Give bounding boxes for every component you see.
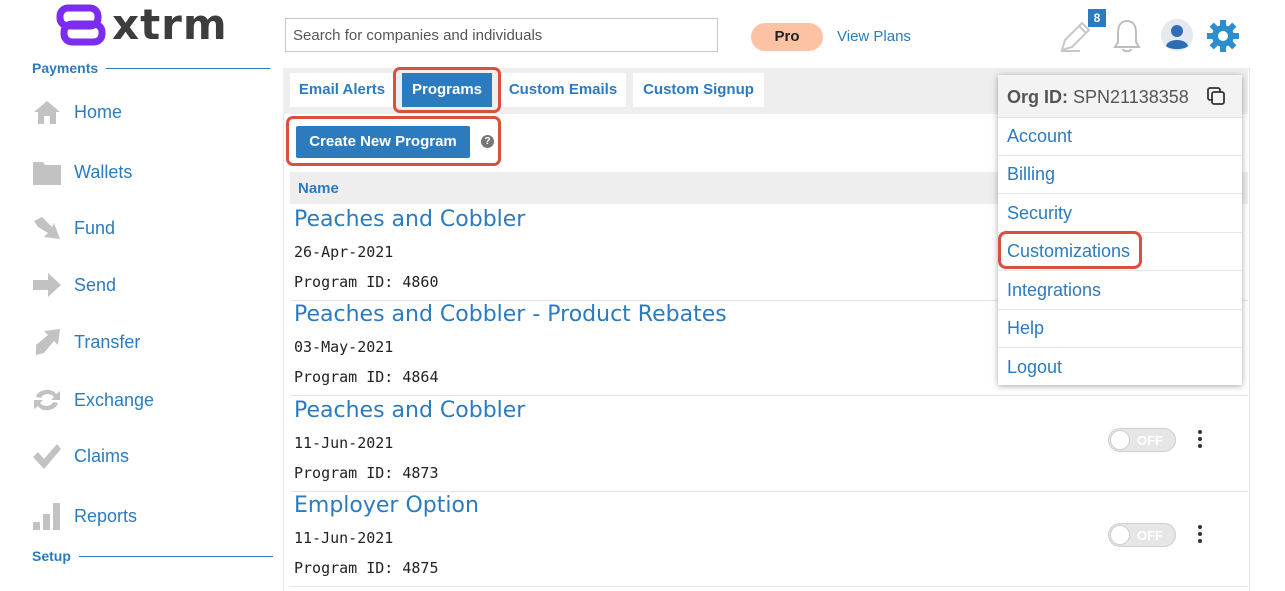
- sidebar-item-label: Claims: [74, 445, 130, 466]
- menu-item-customizations[interactable]: Customizations: [998, 232, 1242, 271]
- program-status-toggle[interactable]: OFF: [1108, 428, 1176, 452]
- xtrm-logo-icon: [56, 4, 106, 46]
- program-date: 11-Jun-2021: [294, 529, 394, 547]
- tab-email-alerts[interactable]: Email Alerts: [290, 73, 394, 107]
- bar-chart-icon: [33, 503, 60, 530]
- org-id-header: Org ID: SPN21138358: [998, 75, 1242, 118]
- program-status-toggle[interactable]: OFF: [1108, 523, 1176, 547]
- table-row: Peaches and Cobbler 11-Jun-2021 Program …: [290, 396, 1248, 492]
- org-id-value: SPN21138358: [1073, 87, 1189, 107]
- setup-section-heading: Setup: [32, 548, 273, 564]
- menu-item-label: Integrations: [1007, 280, 1102, 300]
- program-id: Program ID: 4873: [294, 464, 439, 482]
- exchange-icon: [34, 389, 60, 411]
- checkmark-icon: [33, 444, 61, 469]
- account-dropdown-menu: Org ID: SPN21138358 Account Billing Secu…: [998, 75, 1242, 385]
- sidebar-item-label: Exchange: [74, 389, 155, 410]
- help-icon[interactable]: ?: [481, 135, 494, 148]
- menu-item-label: Billing: [1007, 164, 1056, 184]
- toggle-knob: [1110, 525, 1130, 545]
- sidebar-item-fund[interactable]: Fund: [32, 211, 115, 245]
- sidebar-item-exchange[interactable]: Exchange: [32, 383, 154, 417]
- view-plans-link[interactable]: View Plans: [837, 28, 911, 45]
- menu-item-label: Account: [1007, 126, 1073, 146]
- program-id: Program ID: 4860: [294, 273, 439, 291]
- program-name-link[interactable]: Employer Option: [294, 493, 479, 518]
- payments-section-heading: Payments: [32, 60, 271, 76]
- tab-programs[interactable]: Programs: [402, 73, 492, 107]
- program-name-link[interactable]: Peaches and Cobbler: [294, 398, 525, 423]
- toggle-status-text: OFF: [1137, 433, 1163, 448]
- program-id: Program ID: 4864: [294, 368, 439, 386]
- table-row: Employer Option 11-Jun-2021 Program ID: …: [290, 491, 1248, 587]
- copy-icon[interactable]: [1206, 86, 1226, 106]
- program-name-link[interactable]: Peaches and Cobbler: [294, 207, 525, 232]
- payments-heading-text: Payments: [32, 60, 99, 76]
- sidebar-item-label: Reports: [74, 505, 138, 526]
- sidebar-item-label: Send: [74, 274, 117, 295]
- sidebar-item-label: Transfer: [74, 331, 141, 352]
- user-avatar-icon[interactable]: [1160, 18, 1194, 52]
- pro-plan-badge[interactable]: Pro: [751, 23, 823, 51]
- menu-item-logout[interactable]: Logout: [998, 348, 1242, 386]
- more-options-icon[interactable]: [1196, 525, 1204, 547]
- sidebar-item-reports[interactable]: Reports: [32, 499, 137, 533]
- toggle-status-text: OFF: [1137, 528, 1163, 543]
- tab-custom-emails[interactable]: Custom Emails: [500, 73, 626, 107]
- program-name-link[interactable]: Peaches and Cobbler - Product Rebates: [294, 302, 727, 327]
- sidebar-item-home[interactable]: Home: [32, 95, 122, 129]
- menu-item-help[interactable]: Help: [998, 309, 1242, 348]
- sidebar-item-send[interactable]: Send: [32, 268, 116, 302]
- logo-text: xtrm: [112, 0, 228, 49]
- setup-heading-text: Setup: [32, 548, 71, 564]
- payments-heading-divider: [106, 67, 271, 69]
- toggle-knob: [1110, 430, 1130, 450]
- notes-count-badge: 8: [1088, 9, 1106, 27]
- more-options-icon[interactable]: [1196, 430, 1204, 452]
- program-date: 26-Apr-2021: [294, 243, 394, 261]
- menu-item-label: Help: [1007, 318, 1045, 338]
- fund-arrow-icon: [34, 217, 60, 239]
- xtrm-logo[interactable]: xtrm: [56, 2, 228, 48]
- tab-custom-signup[interactable]: Custom Signup: [633, 73, 764, 107]
- menu-item-label: Customizations: [1007, 241, 1131, 261]
- search-input[interactable]: [285, 18, 718, 52]
- setup-heading-divider: [78, 555, 273, 557]
- program-date: 03-May-2021: [294, 338, 394, 356]
- menu-item-label: Logout: [1007, 357, 1063, 377]
- bell-icon[interactable]: [1113, 18, 1141, 54]
- sidebar-item-label: Home: [74, 101, 123, 122]
- gear-icon[interactable]: [1206, 19, 1240, 53]
- org-id-label: Org ID:: [1007, 87, 1068, 107]
- program-date: 11-Jun-2021: [294, 434, 394, 452]
- sidebar-item-wallets[interactable]: Wallets: [32, 155, 132, 189]
- sidebar-item-label: Fund: [74, 217, 116, 238]
- create-new-program-button[interactable]: Create New Program: [296, 126, 470, 158]
- sidebar-item-label: Wallets: [74, 161, 133, 182]
- folder-icon: [33, 162, 61, 185]
- column-name-header[interactable]: Name: [298, 180, 339, 197]
- menu-item-integrations[interactable]: Integrations: [998, 271, 1242, 310]
- home-icon: [34, 101, 60, 124]
- sidebar-item-claims[interactable]: Claims: [32, 439, 129, 473]
- sidebar-item-transfer[interactable]: Transfer: [32, 325, 140, 359]
- menu-item-security[interactable]: Security: [998, 194, 1242, 233]
- send-arrow-icon: [33, 273, 61, 297]
- menu-item-account[interactable]: Account: [998, 117, 1242, 156]
- menu-item-label: Security: [1007, 203, 1073, 223]
- menu-item-billing[interactable]: Billing: [998, 155, 1242, 194]
- program-id: Program ID: 4875: [294, 559, 439, 577]
- transfer-arrow-icon: [36, 329, 60, 355]
